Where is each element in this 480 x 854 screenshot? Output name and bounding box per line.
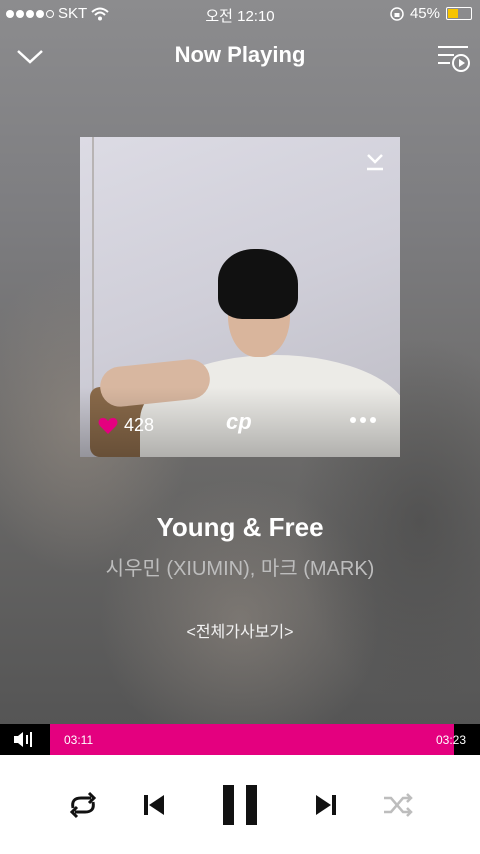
skip-next-icon — [316, 795, 336, 815]
battery-percent: 45% — [409, 5, 440, 22]
more-button[interactable] — [350, 417, 376, 423]
repeat-button[interactable] — [63, 785, 103, 825]
more-dots-icon — [350, 417, 356, 423]
elapsed-time: 03:11 — [64, 733, 94, 747]
playlist-play-icon — [438, 46, 470, 72]
shuffle-button[interactable] — [378, 785, 418, 825]
album-art[interactable]: 428 cp — [80, 137, 400, 457]
heart-icon — [98, 417, 118, 434]
total-time: 03:23 — [435, 733, 466, 747]
pause-button[interactable] — [218, 785, 262, 825]
repeat-icon — [69, 791, 97, 819]
volume-button[interactable] — [0, 724, 50, 755]
cp-logo-icon[interactable]: cp — [226, 409, 252, 435]
page-title: Now Playing — [174, 42, 306, 67]
download-button[interactable] — [364, 151, 386, 178]
playlist-button[interactable] — [434, 42, 470, 74]
skip-previous-icon — [144, 795, 164, 815]
lyrics-link[interactable]: <전체가사보기> — [0, 618, 480, 642]
shuffle-icon — [384, 793, 413, 817]
battery-icon — [446, 7, 472, 20]
rotation-lock-icon — [390, 6, 404, 21]
header: Now Playing — [0, 38, 480, 74]
pause-icon — [223, 785, 257, 825]
progress-fill — [50, 724, 454, 755]
progress-bar[interactable]: 03:11 03:23 — [0, 724, 480, 755]
song-title: Young & Free — [156, 512, 324, 542]
artist-name[interactable]: 시우민 (XIUMIN), 마크 (MARK) — [0, 552, 480, 581]
battery-area: 45% — [390, 5, 472, 22]
previous-button[interactable] — [134, 785, 174, 825]
status-bar: SKT 오전 12:10 45% — [0, 0, 480, 28]
like-button[interactable]: 428 — [98, 415, 154, 436]
next-button[interactable] — [306, 785, 346, 825]
playback-controls — [0, 755, 480, 854]
like-count: 428 — [124, 415, 155, 435]
volume-icon — [14, 732, 32, 747]
download-icon — [367, 154, 383, 171]
